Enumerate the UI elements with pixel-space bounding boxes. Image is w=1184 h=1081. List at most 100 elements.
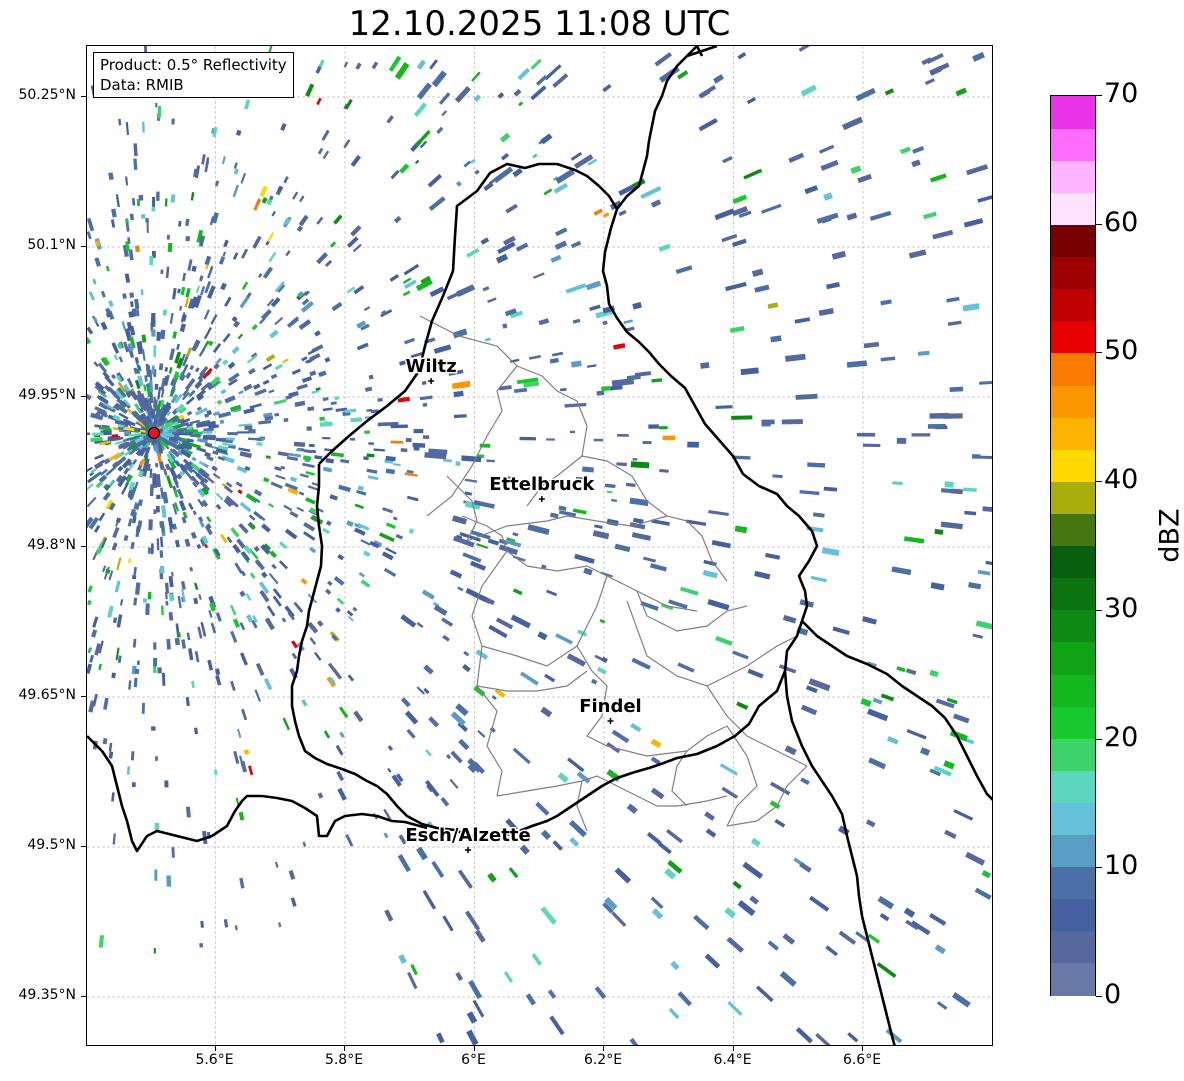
echo-cell: [965, 851, 986, 866]
echo-cell: [222, 359, 229, 366]
echo-cell: [155, 505, 160, 513]
echo-cell: [675, 265, 693, 275]
echo-cell: [570, 151, 583, 161]
echo-cell: [410, 964, 418, 976]
echo-cell: [981, 870, 992, 879]
echo-cell: [162, 309, 167, 316]
echo-cell: [469, 158, 476, 165]
echo-cell: [227, 432, 238, 436]
echo-cell: [137, 499, 143, 507]
echo-cell: [550, 254, 562, 263]
echo-cell: [325, 458, 334, 464]
echo-cell: [554, 227, 568, 237]
colorbar-segment-16: [1051, 449, 1095, 482]
echo-cell: [305, 497, 316, 505]
echo-cell: [604, 483, 614, 488]
city-marker-3: [465, 847, 472, 853]
echo-cell: [551, 351, 564, 357]
echo-cell: [442, 458, 453, 463]
x-tick-4: [732, 1046, 734, 1051]
echo-cell: [362, 550, 371, 557]
echo-cell: [431, 70, 447, 88]
echo-cell: [197, 626, 203, 639]
y-tick-6: [81, 996, 86, 997]
echo-cell: [917, 350, 930, 356]
echo-cell: [360, 579, 371, 588]
echo-cell: [134, 668, 140, 674]
echo-cell: [98, 512, 106, 522]
echo-cell: [114, 580, 121, 593]
echo-cell: [100, 290, 106, 298]
echo-cell: [111, 434, 119, 438]
echo-cell: [798, 46, 815, 52]
country-border: [87, 46, 992, 1045]
echo-cell: [244, 99, 251, 110]
echo-cell: [406, 495, 419, 502]
echo-cell: [778, 664, 797, 674]
echo-cell: [564, 402, 587, 408]
echo-cell: [172, 287, 177, 300]
echo-cell: [519, 436, 536, 441]
echo-cell: [191, 680, 195, 689]
echo-cell: [404, 337, 416, 345]
echo-cell: [296, 225, 304, 233]
echo-cell: [736, 701, 749, 710]
echo-cell: [722, 155, 733, 164]
echo-cell: [315, 66, 322, 74]
echo-cell: [154, 869, 158, 881]
echo-cell: [207, 265, 214, 279]
echo-cell: [213, 362, 220, 370]
colorbar-tick-4: [1096, 481, 1102, 483]
echo-cell: [174, 539, 180, 548]
colorbar-tick-7: [1096, 95, 1102, 96]
echo-cell: [520, 671, 539, 686]
echo-cell: [841, 116, 864, 131]
echo-cell: [215, 612, 222, 622]
echo-cell: [171, 118, 175, 125]
echo-cell: [491, 695, 497, 701]
echo-cell: [670, 960, 680, 971]
echo-cell: [98, 935, 105, 948]
echo-cell: [153, 948, 156, 954]
echo-cell: [436, 126, 444, 135]
echo-cell: [151, 329, 156, 337]
radar-map[interactable]: Wiltz Ettelbruck Findel Esch/Alzette: [86, 45, 993, 1046]
echo-cell: [215, 492, 224, 501]
echo-cell: [354, 503, 364, 510]
echo-cell: [308, 443, 315, 448]
echo-cell: [124, 431, 130, 435]
echo-cell: [761, 423, 771, 427]
echo-cell: [254, 388, 267, 396]
echo-cell: [924, 78, 935, 86]
echo-cell: [640, 185, 662, 199]
echo-cell: [91, 629, 98, 638]
x-tick-label-5: 6.6°E: [842, 1052, 882, 1068]
echo-cell: [593, 438, 604, 442]
colorbar-segment-4: [1051, 834, 1095, 868]
echo-cell: [108, 300, 114, 307]
echo-cell: [283, 175, 289, 184]
echo-cell: [474, 929, 486, 943]
echo-cell: [284, 528, 298, 540]
echo-cell: [87, 326, 94, 335]
echo-cell: [400, 448, 408, 453]
echo-cell: [596, 390, 605, 396]
echo-cell: [903, 907, 916, 918]
echo-cell: [872, 697, 883, 705]
echo-cell: [726, 936, 744, 953]
x-tick-0: [214, 1046, 216, 1051]
echo-cell: [260, 571, 268, 579]
echo-cell: [408, 528, 415, 534]
echo-cell: [117, 655, 122, 664]
echo-cell: [194, 582, 199, 591]
echo-cell: [818, 308, 834, 316]
map-canvas: Wiltz Ettelbruck Findel Esch/Alzette: [87, 46, 992, 1045]
echo-cell: [161, 605, 164, 616]
echo-cell: [353, 710, 364, 723]
echo-cell: [356, 342, 369, 351]
echo-cell: [799, 862, 812, 873]
colorbar-segment-18: [1051, 384, 1095, 418]
echo-cell: [416, 846, 428, 861]
echo-cell: [601, 656, 608, 664]
echo-cell: [249, 572, 256, 579]
